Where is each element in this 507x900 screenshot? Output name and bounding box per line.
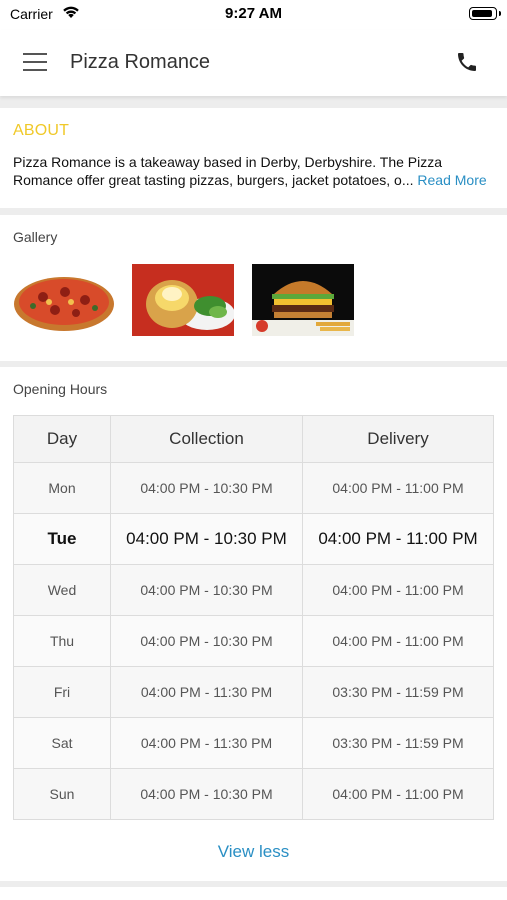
delivery-cell: 03:30 PM - 11:59 PM: [302, 666, 494, 718]
gallery-image-jacket-potato[interactable]: [132, 264, 234, 336]
table-header-row: Day Collection Delivery: [13, 415, 494, 463]
day-cell: Sun: [13, 768, 111, 820]
day-cell: Wed: [13, 564, 111, 616]
day-cell: Tue: [13, 513, 111, 565]
table-row: Sun 04:00 PM - 10:30 PM 04:00 PM - 11:00…: [13, 768, 494, 820]
delivery-cell: 03:30 PM - 11:59 PM: [302, 717, 494, 769]
opening-hours-table: Day Collection Delivery Mon 04:00 PM - 1…: [13, 415, 494, 820]
read-more-link[interactable]: Read More: [417, 172, 486, 188]
delivery-cell: 04:00 PM - 11:00 PM: [302, 462, 494, 514]
table-row: Sat 04:00 PM - 11:30 PM 03:30 PM - 11:59…: [13, 717, 494, 769]
collection-cell: 04:00 PM - 11:30 PM: [110, 717, 303, 769]
battery-icon: [469, 7, 501, 20]
about-title: ABOUT: [13, 122, 70, 139]
gallery-label: Gallery: [13, 229, 58, 245]
view-less-link[interactable]: View less: [0, 842, 507, 862]
day-cell: Sat: [13, 717, 111, 769]
delivery-cell: 04:00 PM - 11:00 PM: [302, 513, 494, 565]
about-section: ABOUT Pizza Romance is a takeaway based …: [0, 108, 507, 208]
collection-cell: 04:00 PM - 10:30 PM: [110, 768, 303, 820]
column-header-collection: Collection: [110, 415, 303, 463]
delivery-cell: 04:00 PM - 11:00 PM: [302, 768, 494, 820]
collection-cell: 04:00 PM - 10:30 PM: [110, 564, 303, 616]
day-cell: Thu: [13, 615, 111, 667]
column-header-delivery: Delivery: [302, 415, 494, 463]
opening-hours-label: Opening Hours: [13, 381, 108, 397]
about-description: Pizza Romance is a takeaway based in Der…: [13, 153, 498, 189]
page-title: Pizza Romance: [70, 51, 211, 73]
delivery-cell: 04:00 PM - 11:00 PM: [302, 615, 494, 667]
day-cell: Fri: [13, 666, 111, 718]
collection-cell: 04:00 PM - 10:30 PM: [110, 513, 303, 565]
collection-cell: 04:00 PM - 11:30 PM: [110, 666, 303, 718]
gallery-section: Gallery: [0, 215, 507, 361]
phone-icon[interactable]: [455, 50, 479, 74]
collection-cell: 04:00 PM - 10:30 PM: [110, 615, 303, 667]
collection-cell: 04:00 PM - 10:30 PM: [110, 462, 303, 514]
table-row: Fri 04:00 PM - 11:30 PM 03:30 PM - 11:59…: [13, 666, 494, 718]
next-section-edge: [0, 887, 507, 900]
delivery-cell: 04:00 PM - 11:00 PM: [302, 564, 494, 616]
status-time: 9:27 AM: [225, 5, 282, 22]
day-cell: Mon: [13, 462, 111, 514]
table-row: Mon 04:00 PM - 10:30 PM 04:00 PM - 11:00…: [13, 462, 494, 514]
app-header: Pizza Romance: [0, 30, 507, 96]
table-row: Thu 04:00 PM - 10:30 PM 04:00 PM - 11:00…: [13, 615, 494, 667]
gallery-image-pizza[interactable]: [13, 264, 115, 336]
table-row: Wed 04:00 PM - 10:30 PM 04:00 PM - 11:00…: [13, 564, 494, 616]
about-text: Pizza Romance is a takeaway based in Der…: [13, 154, 443, 188]
hamburger-menu-icon[interactable]: [23, 53, 47, 71]
gallery-image-burger[interactable]: [252, 264, 354, 336]
status-bar: Carrier 9:27 AM: [0, 0, 507, 30]
table-row-today: Tue 04:00 PM - 10:30 PM 04:00 PM - 11:00…: [13, 513, 494, 565]
opening-hours-section: Opening Hours Day Collection Delivery Mo…: [0, 367, 507, 881]
column-header-day: Day: [13, 415, 111, 463]
